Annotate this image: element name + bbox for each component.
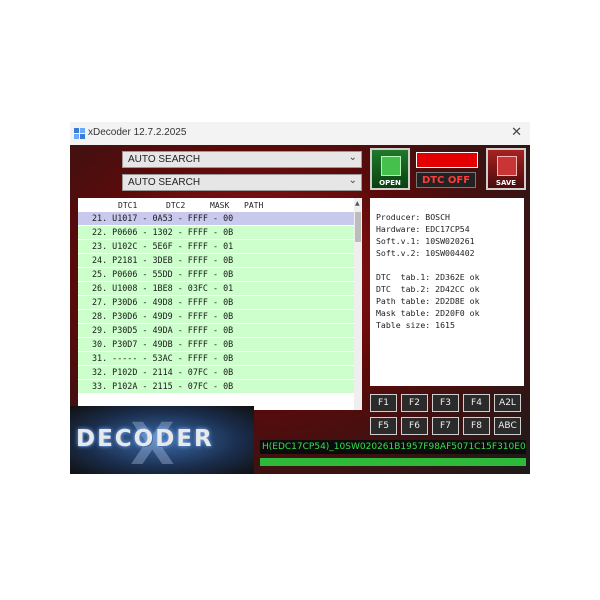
info-line: Path table: 2D2D8E ok	[376, 296, 480, 306]
column-header: PATH	[244, 201, 264, 210]
save-icon	[497, 156, 517, 176]
column-header: DTC2	[166, 201, 186, 210]
chevron-down-icon: ⌄	[348, 152, 357, 163]
table-row[interactable]: 26. U1008 - 1BE8 - 03FC - 01	[78, 282, 354, 295]
table-row[interactable]: 25. P0606 - 55DD - FFFF - 0B	[78, 268, 354, 281]
scroll-thumb[interactable]	[355, 212, 361, 242]
info-line: Hardware: EDC17CP54	[376, 224, 470, 234]
table-row[interactable]: 29. P30D5 - 49DA - FFFF - 0B	[78, 324, 354, 337]
progress-bar	[260, 458, 526, 466]
table-row[interactable]: 22. P0606 - 1302 - FFFF - 0B	[78, 226, 354, 239]
table-row[interactable]: 32. P102D - 2114 - 07FC - 0B	[78, 366, 354, 379]
open-button-label: OPEN	[379, 179, 401, 187]
decoder-logo: X DECODER	[70, 406, 254, 478]
info-line: Soft.v.2: 10SW004402	[376, 248, 475, 258]
app-window: xDecoder 12.7.2.2025 ✕ AUTO SEARCH ⌄ AUT…	[70, 122, 530, 478]
table-row[interactable]: 24. P2181 - 3DEB - FFFF - 0B	[78, 254, 354, 267]
f5-button[interactable]: F5	[370, 417, 397, 435]
table-row[interactable]: 23. U102C - 5E6F - FFFF - 01	[78, 240, 354, 253]
title-bar: xDecoder 12.7.2.2025 ✕	[70, 122, 530, 145]
f8-button[interactable]: F8	[463, 417, 490, 435]
f7-button[interactable]: F7	[432, 417, 459, 435]
abc-button[interactable]: ABC	[494, 417, 521, 435]
scroll-up-icon[interactable]: ▲	[355, 200, 360, 207]
info-line: Mask table: 2D20F0 ok	[376, 308, 480, 318]
column-header: MASK	[210, 201, 230, 210]
save-button[interactable]: SAVE	[486, 148, 526, 190]
table-row[interactable]: 33. P102A - 2115 - 07FC - 0B	[78, 380, 354, 393]
ecu-info-panel: Producer: BOSCH Hardware: EDC17CP54 Soft…	[370, 198, 524, 386]
dtc-table: DTC1 DTC2 MASK PATH 21. U1017 - 0A53 - F…	[78, 198, 362, 410]
info-line: Table size: 1615	[376, 320, 455, 330]
table-header: DTC1 DTC2 MASK PATH	[78, 198, 354, 212]
table-row[interactable]: 27. P30D6 - 49D8 - FFFF - 0B	[78, 296, 354, 309]
status-line: H(EDC17CP54)_10SW020261B1957F98AF5071C15…	[260, 440, 526, 454]
column-header: DTC1	[118, 201, 138, 210]
dtc-status-indicator	[416, 152, 478, 168]
chevron-down-icon: ⌄	[348, 175, 357, 186]
window-title: xDecoder 12.7.2.2025	[88, 127, 187, 138]
save-button-label: SAVE	[495, 179, 517, 187]
f2-button[interactable]: F2	[401, 394, 428, 412]
table-row[interactable]: 31. ----- - 53AC - FFFF - 0B	[78, 352, 354, 365]
open-button[interactable]: OPEN	[370, 148, 410, 190]
f1-button[interactable]: F1	[370, 394, 397, 412]
search-mode-dropdown-1[interactable]: AUTO SEARCH ⌄	[122, 151, 362, 168]
a2l-button[interactable]: A2L	[494, 394, 521, 412]
open-icon	[381, 156, 401, 176]
info-line: Producer: BOSCH	[376, 212, 450, 222]
table-row[interactable]: 30. P30D7 - 49DB - FFFF - 0B	[78, 338, 354, 351]
info-line: Soft.v.1: 10SW020261	[376, 236, 475, 246]
app-logo-icon	[74, 128, 85, 139]
f3-button[interactable]: F3	[432, 394, 459, 412]
table-row[interactable]: 28. P30D6 - 49D9 - FFFF - 0B	[78, 310, 354, 323]
dtc-off-button[interactable]: DTC OFF	[416, 172, 476, 188]
dropdown-value: AUTO SEARCH	[128, 154, 201, 165]
logo-text: DECODER	[76, 426, 214, 452]
close-icon[interactable]: ✕	[511, 125, 522, 140]
table-row[interactable]: 21. U1017 - 0A53 - FFFF - 00	[78, 212, 354, 225]
table-scrollbar[interactable]: ▲	[354, 198, 362, 410]
info-line: DTC tab.2: 2D42CC ok	[376, 284, 480, 294]
f4-button[interactable]: F4	[463, 394, 490, 412]
search-mode-dropdown-2[interactable]: AUTO SEARCH ⌄	[122, 174, 362, 191]
info-line: DTC tab.1: 2D362E ok	[376, 272, 480, 282]
dropdown-value: AUTO SEARCH	[128, 177, 201, 188]
f6-button[interactable]: F6	[401, 417, 428, 435]
